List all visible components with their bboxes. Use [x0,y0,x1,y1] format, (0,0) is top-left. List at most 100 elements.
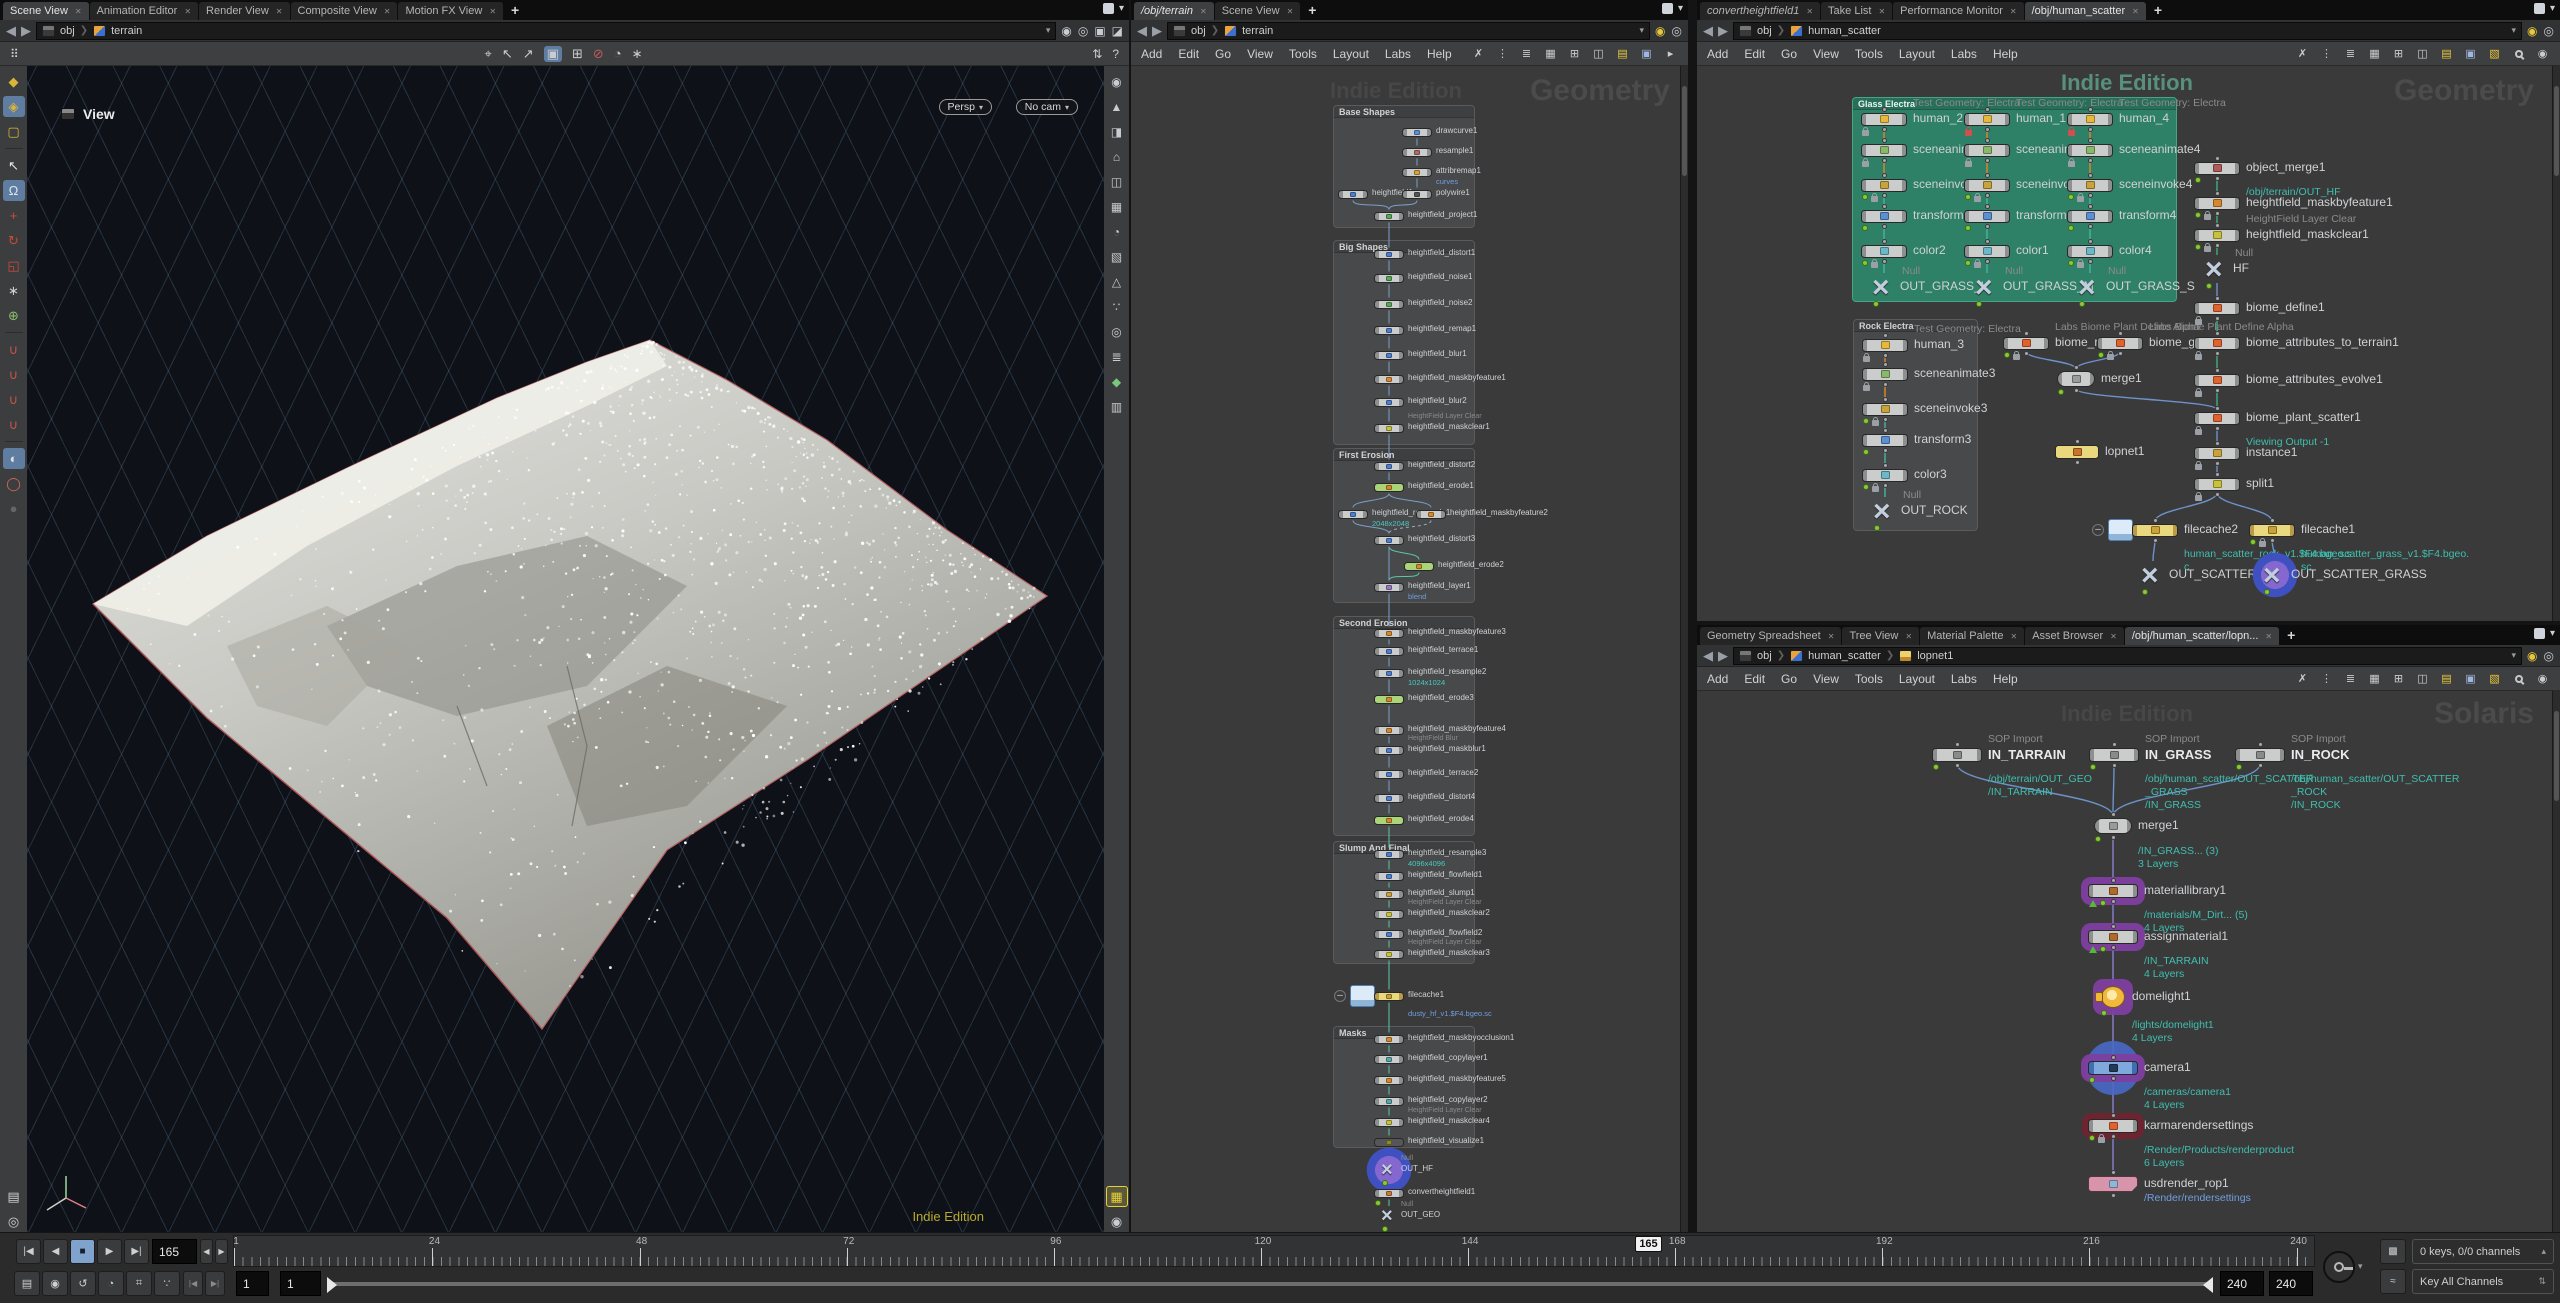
secure-selection-icon[interactable]: Ω [3,180,25,201]
close-tab-icon[interactable]: ✕ [489,7,496,16]
grid-icon[interactable]: ▦ [1543,47,1558,61]
radial-menu-icon[interactable]: ◎ [2544,24,2554,38]
new-tab-button[interactable]: + [2280,627,2302,643]
box-select-icon[interactable]: ▣ [544,46,562,62]
pane-menu-icon[interactable]: ▾ [1678,3,1683,14]
select-arrow-icon[interactable]: ↖ [3,155,25,176]
breadcrumb-obj[interactable]: obj [1191,25,1206,37]
update-mode-icon[interactable]: ◉ [2527,24,2537,38]
close-tab-icon[interactable]: ✕ [1905,632,1912,641]
display-options-icon[interactable]: ◎ [3,1211,25,1232]
play-button[interactable]: ▶ [97,1239,122,1264]
range-slider-end-handle[interactable] [2203,1277,2213,1293]
lopnet-network-editor[interactable]: Indie EditionSolarisIN_TARRAINSOP Import… [1697,691,2552,1232]
eye-icon[interactable]: ◉ [1106,1211,1128,1232]
breadcrumb-human_scatter[interactable]: human_scatter [1808,25,1881,37]
snap-prim-icon[interactable]: ∪ [3,414,25,435]
pane-menu-icon[interactable]: ▾ [2550,628,2555,639]
forward-icon[interactable]: ▶ [21,24,31,37]
display-set-icon[interactable]: ◪ [1112,24,1123,38]
points-display-icon[interactable]: ∵ [1106,296,1128,317]
translate-handle-icon[interactable]: ↗ [523,46,534,62]
shade-mode-icon[interactable]: ◔ [1106,221,1128,242]
zoom-region-icon[interactable]: ⊞ [572,46,583,62]
close-tab-icon[interactable]: ✕ [276,7,283,16]
background-icon[interactable]: ▥ [1106,396,1128,417]
pane-layout-icon[interactable] [2534,3,2545,14]
range-end-field[interactable]: 240 [2220,1271,2264,1296]
tick-settings-icon[interactable]: ⌗ [126,1271,152,1296]
menu-go[interactable]: Go [1215,47,1231,61]
path-field[interactable]: obj❯human_scatter▾ [1733,22,2522,40]
tab--obj-human-scatter-lopn-[interactable]: /obj/human_scatter/lopn...✕ [2125,627,2279,645]
render-icon[interactable]: ● [3,498,25,519]
snap-grid-icon[interactable]: ∪ [3,339,25,360]
step-back-button[interactable]: ◀ [200,1239,213,1264]
snap-point-icon[interactable]: ∪ [3,364,25,385]
tab-asset-browser[interactable]: Asset Browser✕ [2025,627,2124,645]
range-start-button[interactable]: |◀ [183,1271,203,1296]
realtime-toggle-icon[interactable]: ◔ [98,1271,124,1296]
tab-convertheightfield1[interactable]: convertheightfield1✕ [1700,2,1820,20]
display-flags-icon[interactable]: ≣ [1106,346,1128,367]
range-start-subfield[interactable]: 1 [280,1271,321,1296]
path-dropdown-icon[interactable]: ▾ [2512,25,2517,36]
current-frame-field[interactable]: 165 [152,1239,197,1264]
new-tab-button[interactable]: + [504,2,526,18]
menu-help[interactable]: Help [1427,47,1452,61]
stow-icon[interactable]: ▣ [1094,24,1105,38]
terrain-network-editor[interactable]: Indie EditionGeometryBase ShapesBig Shap… [1131,66,1680,1232]
close-tab-icon[interactable]: ✕ [1806,7,1813,16]
network-box-masks[interactable]: Masks [1333,1026,1475,1148]
breadcrumb-obj[interactable]: obj [1757,650,1772,662]
close-tab-icon[interactable]: ✕ [1287,7,1294,16]
path-field[interactable]: obj❯terrain▾ [1167,22,1650,40]
tab-material-palette[interactable]: Material Palette✕ [1920,627,2024,645]
menu-help[interactable]: Help [1993,47,2018,61]
cut-icon[interactable]: ✗ [2295,672,2310,686]
cache-icon[interactable]: ↺ [70,1271,96,1296]
jump-end-button[interactable]: ▶| [124,1239,149,1264]
update-mode-icon[interactable]: ◉ [2527,649,2537,663]
toolbar-grip-icon[interactable]: ⠿ [10,47,19,61]
tab--obj-terrain[interactable]: /obj/terrain✕ [1134,2,1214,20]
back-icon[interactable]: ◀ [6,24,16,37]
teapot-icon[interactable]: ◆ [1106,371,1128,392]
eye-icon[interactable]: ◉ [2535,672,2550,686]
radial-menu-icon[interactable]: ◎ [1672,24,1682,38]
box-icon[interactable]: ▧ [2487,47,2502,61]
tile-icon[interactable]: ⊞ [2391,47,2406,61]
split-icon[interactable]: ◫ [2415,47,2430,61]
breadcrumb-obj[interactable]: obj [1757,25,1772,37]
list-icon[interactable]: ≣ [1519,47,1534,61]
menu-go[interactable]: Go [1781,47,1797,61]
menu-tools[interactable]: Tools [1289,47,1317,61]
close-tab-icon[interactable]: ✕ [2265,632,2272,641]
back-icon[interactable]: ◀ [1703,649,1713,662]
path-dropdown-icon[interactable]: ▾ [1046,25,1051,36]
pose-tool-icon[interactable]: ⊕ [3,305,25,326]
split-icon[interactable]: ◫ [2415,672,2430,686]
breadcrumb-obj[interactable]: obj [60,25,75,37]
menu-view[interactable]: View [1247,47,1273,61]
close-tab-icon[interactable]: ✕ [2132,7,2139,16]
pane-layout-icon[interactable] [1103,3,1114,14]
more-icon[interactable]: ▸ [1663,47,1678,61]
notes-icon[interactable]: ▤ [1615,47,1630,61]
viewport[interactable]: ViewPersp▾No cam▾Indie Edition [27,66,1104,1232]
grid-display-icon[interactable]: ▦ [1106,196,1128,217]
tree-icon[interactable]: ⋮ [2319,672,2334,686]
keys-summary-dropdown[interactable]: 0 keys, 0/0 channels▴ [2412,1239,2554,1264]
tab-render-view[interactable]: Render View✕ [199,2,289,20]
pane-layout-icon[interactable] [1662,3,1673,14]
show-handles-icon[interactable]: ◆ [3,71,25,92]
forward-icon[interactable]: ▶ [1718,24,1728,37]
menu-labs[interactable]: Labs [1951,672,1977,686]
tab--obj-human-scatter[interactable]: /obj/human_scatter✕ [2025,2,2146,20]
audio-options-icon[interactable]: ◉ [42,1271,68,1296]
range-slider-handle[interactable] [327,1277,337,1293]
image-icon[interactable]: ▣ [1639,47,1654,61]
close-tab-icon[interactable]: ✕ [1828,632,1835,641]
scale-tool-icon[interactable]: ◱ [3,255,25,276]
step-forward-button[interactable]: ▶ [215,1239,228,1264]
